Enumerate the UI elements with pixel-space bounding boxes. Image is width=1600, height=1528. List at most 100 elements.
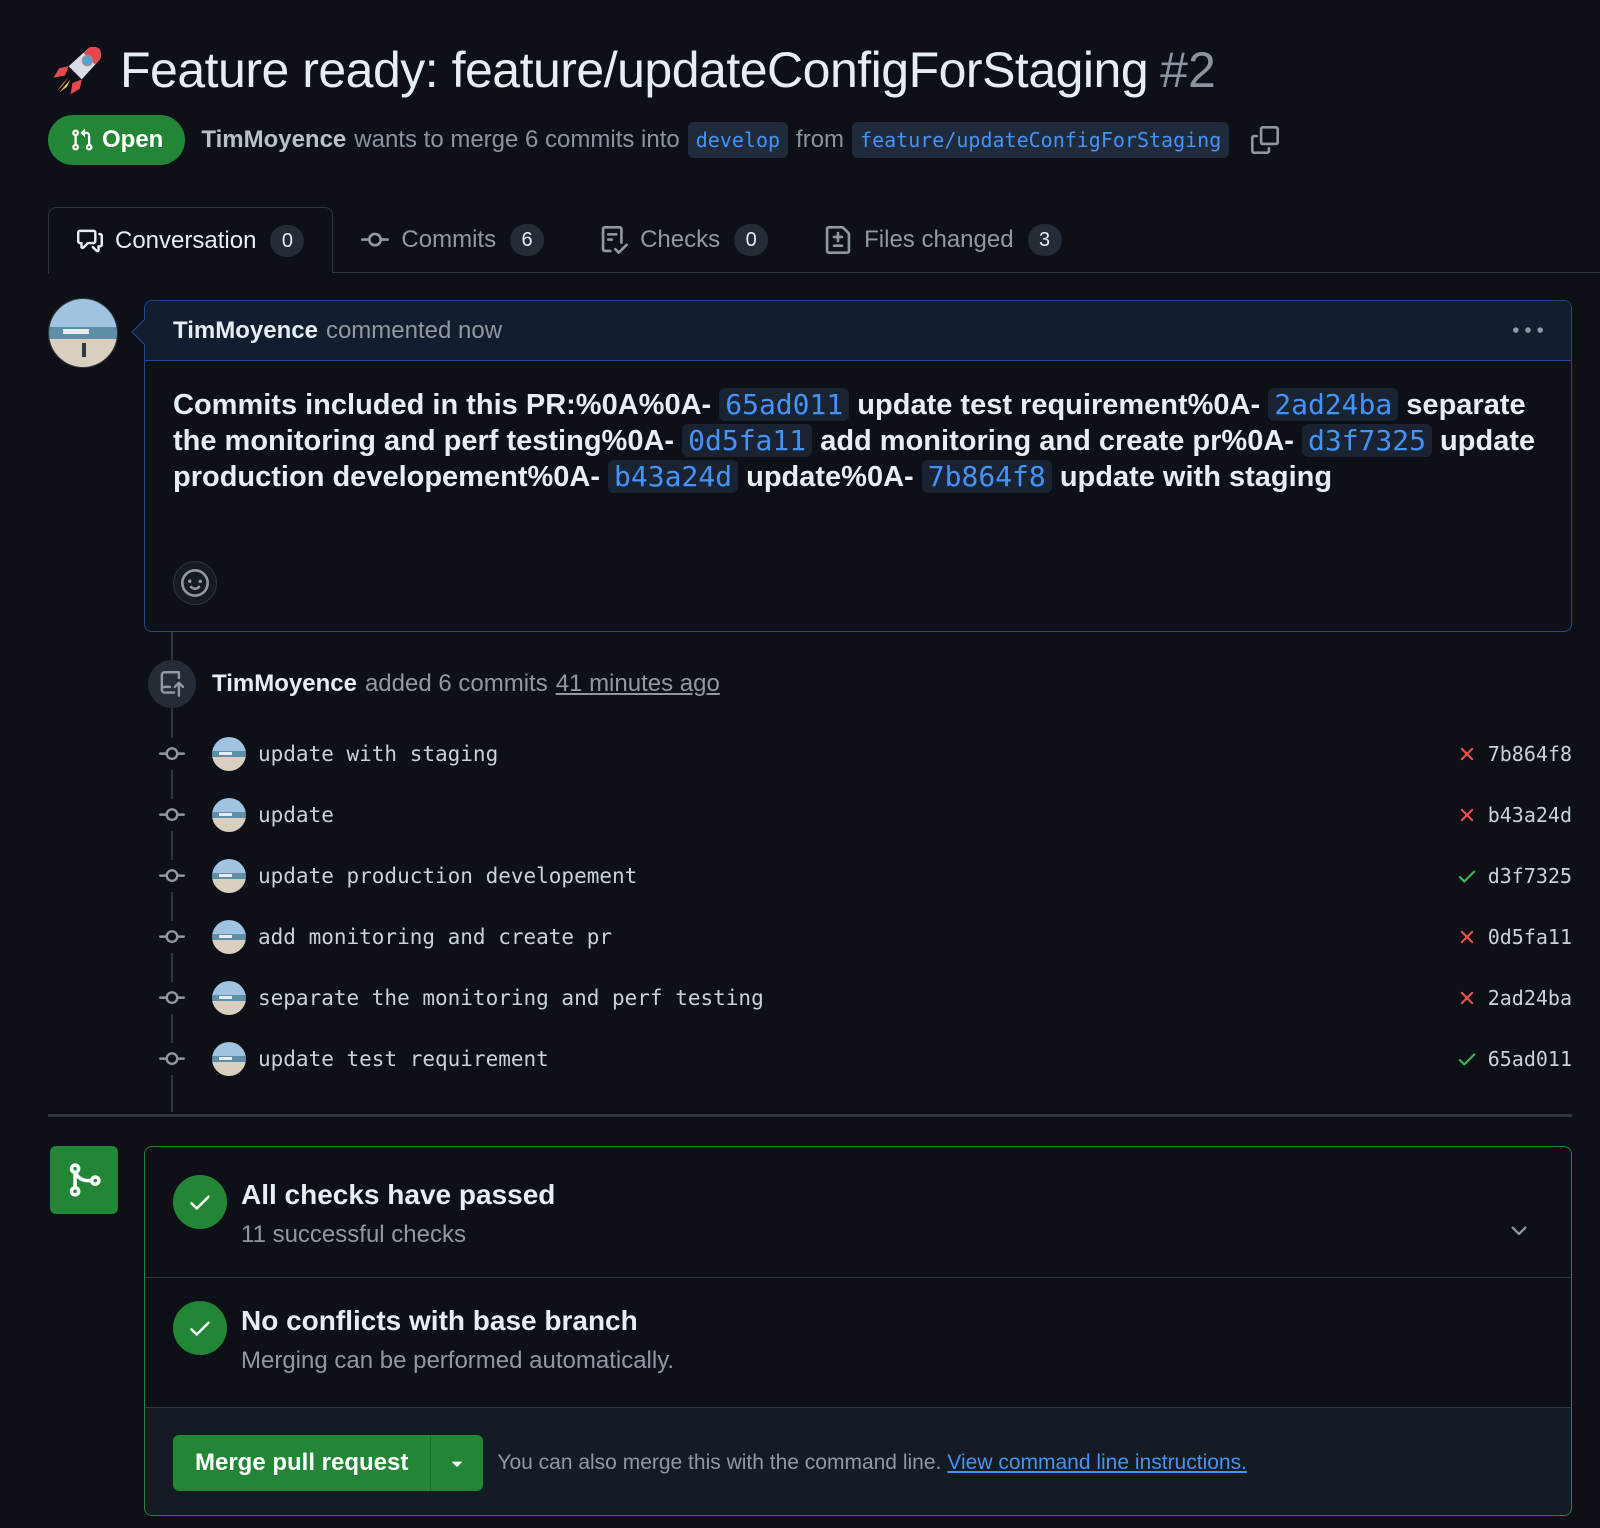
commit-sha-link[interactable]: 2ad24ba: [1268, 388, 1399, 421]
x-icon[interactable]: [1456, 743, 1478, 765]
commit-status: 7b864f8: [1456, 742, 1572, 766]
commit-message[interactable]: add monitoring and create pr: [258, 925, 612, 949]
comment-text: Commits included in this PR:%0A%0A-: [173, 389, 720, 421]
checks-section[interactable]: All checks have passed 11 successful che…: [145, 1175, 1571, 1249]
commit-row[interactable]: update b43a24d: [156, 793, 1572, 837]
checks-subtitle: 11 successful checks: [241, 1221, 466, 1248]
kebab-horizontal-icon[interactable]: [1513, 316, 1543, 346]
base-branch[interactable]: develop: [687, 122, 789, 158]
git-commit-icon: [156, 738, 188, 770]
commit-status: 65ad011: [1456, 1047, 1572, 1071]
tab-count: 6: [510, 224, 545, 256]
smiley-icon: [181, 569, 209, 597]
commit-status: 0d5fa11: [1456, 925, 1572, 949]
commit-message[interactable]: update production developement: [258, 864, 637, 888]
copy-icon[interactable]: [1251, 126, 1280, 154]
tab-label: Commits: [401, 226, 497, 253]
add-reaction-button[interactable]: [173, 561, 217, 605]
merge-button-group: Merge pull request: [173, 1434, 484, 1491]
commit-sha-link[interactable]: b43a24d: [608, 460, 739, 493]
avatar[interactable]: [212, 737, 246, 771]
commit-sha[interactable]: 7b864f8: [1488, 742, 1572, 766]
commit-sha-link[interactable]: 0d5fa11: [682, 424, 813, 457]
commit-sha[interactable]: 65ad011: [1488, 1047, 1572, 1071]
commit-row[interactable]: update test requirement 65ad011: [156, 1037, 1572, 1081]
x-icon[interactable]: [1456, 987, 1478, 1009]
pr-title-row: Feature ready: feature/updateConfigForSt…: [48, 38, 1216, 102]
commit-message[interactable]: update with staging: [258, 742, 498, 766]
merge-box-separator: [145, 1277, 1571, 1278]
merge-box: All checks have passed 11 successful che…: [144, 1146, 1572, 1516]
git-commit-icon: [156, 799, 188, 831]
commit-message[interactable]: update test requirement: [258, 1047, 549, 1071]
tab-checks[interactable]: Checks 0: [572, 207, 796, 273]
command-line-link[interactable]: View command line instructions.: [947, 1451, 1247, 1475]
x-icon[interactable]: [1456, 926, 1478, 948]
push-action: added 6 commits: [364, 670, 548, 697]
push-event: TimMoyence added 6 commits 41 minutes ag…: [148, 660, 720, 708]
comment-header: TimMoyence commented now: [145, 301, 1571, 361]
tab-label: Conversation: [115, 226, 257, 254]
chevron-down-icon[interactable]: [1507, 1219, 1531, 1243]
tab-conversation[interactable]: Conversation 0: [48, 207, 334, 274]
head-branch[interactable]: feature/updateConfigForStaging: [852, 122, 1230, 158]
author-link[interactable]: TimMoyence: [201, 126, 346, 154]
commit-row[interactable]: update with staging 7b864f8: [156, 732, 1572, 776]
commit-sha[interactable]: 2ad24ba: [1488, 986, 1572, 1010]
commit-row[interactable]: update production developement d3f7325: [156, 854, 1572, 898]
check-circle-icon: [173, 1175, 227, 1229]
rocket-icon: [53, 47, 101, 95]
status-label: Open: [102, 126, 164, 153]
commit-message[interactable]: separate the monitoring and perf testing: [258, 986, 764, 1010]
merge-pull-request-button[interactable]: Merge pull request: [173, 1434, 432, 1491]
comment-text: update%0A-: [738, 461, 922, 493]
commit-sha-link[interactable]: d3f7325: [1301, 424, 1432, 457]
commit-status: b43a24d: [1456, 803, 1572, 827]
pr-meta: Open TimMoyence wants to merge 6 commits…: [48, 115, 1280, 165]
git-commit-icon: [156, 982, 188, 1014]
commit-sha[interactable]: d3f7325: [1488, 864, 1572, 888]
avatar[interactable]: [212, 920, 246, 954]
comment-action: commented now: [325, 316, 503, 344]
commit-sha[interactable]: b43a24d: [1488, 803, 1572, 827]
comment-body: Commits included in this PR:%0A%0A- 65ad…: [145, 361, 1571, 495]
tab-commits[interactable]: Commits 6: [333, 207, 572, 273]
commit-status: d3f7325: [1456, 864, 1572, 888]
conflicts-section: No conflicts with base branch Merging ca…: [145, 1301, 1571, 1375]
commit-message[interactable]: update: [258, 803, 334, 827]
avatar[interactable]: [212, 981, 246, 1015]
commit-row[interactable]: separate the monitoring and perf testing…: [156, 976, 1572, 1020]
conflicts-subtitle: Merging can be performed automatically.: [241, 1347, 675, 1374]
tab-count: 3: [1027, 224, 1062, 256]
check-icon[interactable]: [1456, 1048, 1478, 1070]
comment-text: add monitoring and create pr%0A-: [812, 425, 1302, 457]
push-time[interactable]: 41 minutes ago: [556, 670, 720, 698]
page-title: Feature ready: feature/updateConfigForSt…: [120, 42, 1149, 98]
commit-sha-link[interactable]: 7b864f8: [921, 460, 1052, 493]
git-merge-icon: [50, 1146, 118, 1214]
triangle-down-icon: [452, 1461, 463, 1467]
from-text: from: [796, 126, 845, 153]
comment-author[interactable]: TimMoyence: [173, 317, 318, 345]
avatar[interactable]: [212, 798, 246, 832]
conflicts-title: No conflicts with base branch: [241, 1305, 638, 1336]
avatar[interactable]: [212, 1042, 246, 1076]
avatar[interactable]: [212, 859, 246, 893]
repo-push-icon: [148, 660, 196, 708]
git-commit-icon: [361, 232, 390, 247]
pull-request-icon: [72, 128, 93, 151]
push-author[interactable]: TimMoyence: [212, 670, 357, 698]
merge-options-button[interactable]: [431, 1435, 483, 1491]
tab-label: Files changed: [864, 226, 1014, 253]
commit-sha[interactable]: 0d5fa11: [1488, 925, 1572, 949]
pr-tabs: Conversation 0 Commits 6 Checks 0 Files …: [48, 207, 1600, 274]
check-circle-icon: [173, 1301, 227, 1355]
comment-text: update with staging: [1051, 461, 1333, 493]
commit-row[interactable]: add monitoring and create pr 0d5fa11: [156, 915, 1572, 959]
check-icon[interactable]: [1456, 865, 1478, 887]
commit-sha-link[interactable]: 65ad011: [719, 388, 850, 421]
avatar[interactable]: [48, 298, 118, 368]
x-icon[interactable]: [1456, 804, 1478, 826]
tab-files-changed[interactable]: Files changed 3: [796, 207, 1089, 273]
comment-text: update test requirement%0A-: [849, 389, 1269, 421]
